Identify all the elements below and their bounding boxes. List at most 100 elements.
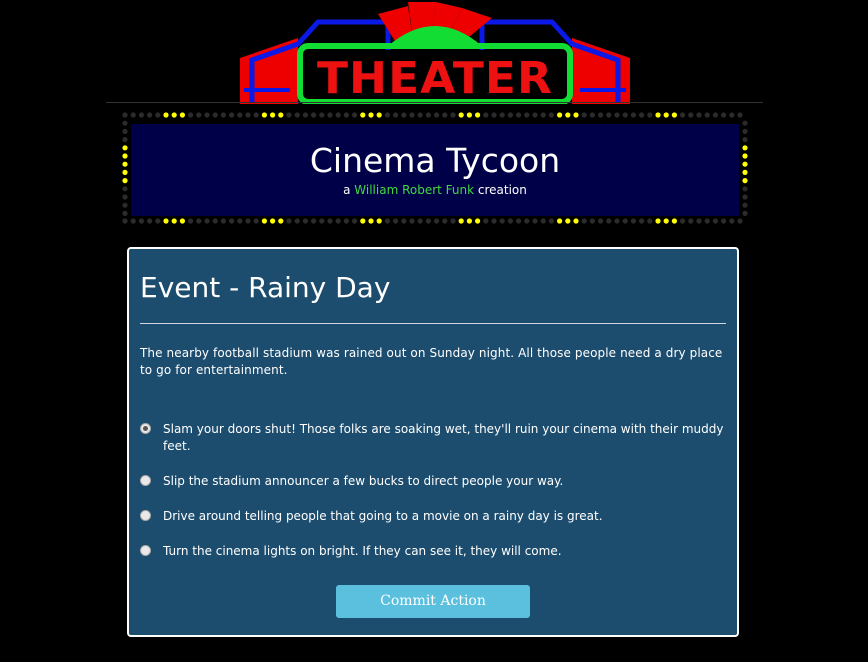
marquee-bulb bbox=[458, 112, 464, 118]
marquee-bulb bbox=[557, 218, 563, 224]
marquee-bulb bbox=[491, 218, 497, 224]
marquee-bulb bbox=[425, 112, 431, 118]
marquee-bulb bbox=[737, 218, 743, 224]
marquee-bulb bbox=[245, 112, 251, 118]
marquee-bulb bbox=[680, 218, 686, 224]
marquee-bulb bbox=[565, 218, 571, 224]
marquee-bulb bbox=[663, 112, 669, 118]
marquee-bulb bbox=[581, 112, 587, 118]
marquee-bulb bbox=[630, 218, 637, 224]
marquee-bulb bbox=[122, 128, 128, 134]
marquee-bulb bbox=[261, 218, 267, 224]
author-name: William Robert Funk bbox=[354, 183, 475, 197]
marquee-bulb bbox=[516, 112, 522, 118]
marquee-bulb bbox=[581, 218, 587, 224]
marquee-bulb bbox=[253, 112, 259, 118]
marquee-bulb bbox=[368, 218, 374, 224]
marquee-bulb bbox=[417, 218, 423, 224]
byline-suffix: creation bbox=[474, 183, 527, 197]
marquee-bulb bbox=[319, 218, 325, 224]
option-3[interactable]: Turn the cinema lights on bright. If the… bbox=[140, 543, 726, 560]
marquee-bulb bbox=[393, 218, 399, 224]
marquee-bulb bbox=[319, 112, 325, 118]
marquee-bulb bbox=[466, 112, 472, 118]
option-1[interactable]: Slip the stadium announcer a few bucks t… bbox=[140, 473, 726, 490]
marquee-bulb bbox=[122, 153, 128, 159]
marquee-bulb bbox=[466, 218, 472, 224]
marquee-bulb bbox=[343, 112, 349, 118]
marquee-bulb bbox=[343, 218, 349, 224]
marquee-bulb bbox=[237, 112, 243, 118]
marquee-bulb bbox=[155, 112, 161, 118]
marquee-bulb bbox=[712, 112, 719, 118]
marquee-bulb bbox=[270, 218, 276, 224]
marquee-bulb bbox=[335, 112, 341, 118]
marquee-bulb bbox=[557, 112, 563, 118]
marquee-bulb bbox=[417, 112, 423, 118]
option-1-radio[interactable] bbox=[140, 475, 151, 486]
marquee-bulb bbox=[742, 194, 748, 200]
marquee-bulb bbox=[179, 112, 185, 118]
marquee-bulb bbox=[704, 218, 710, 224]
marquee-bulb bbox=[311, 112, 317, 118]
marquee-bulb bbox=[253, 218, 259, 224]
option-2-radio[interactable] bbox=[140, 510, 151, 521]
option-2[interactable]: Drive around telling people that going t… bbox=[140, 508, 726, 525]
option-0[interactable]: Slam your doors shut! Those folks are so… bbox=[140, 421, 726, 455]
marquee-bulb bbox=[155, 218, 161, 224]
marquee-bulb bbox=[171, 218, 177, 224]
marquee-bulb bbox=[360, 112, 366, 118]
marquee-bulb bbox=[499, 218, 505, 224]
marquee-bulb bbox=[737, 112, 743, 118]
option-3-radio[interactable] bbox=[140, 545, 151, 556]
marquee-bulb bbox=[130, 112, 136, 118]
marquee-bulb bbox=[647, 218, 653, 224]
marquee: Cinema Tycoon a William Robert Funk crea… bbox=[118, 108, 752, 228]
marquee-bulb bbox=[450, 112, 456, 118]
marquee-bulb bbox=[671, 112, 678, 118]
marquee-bulb bbox=[270, 112, 276, 118]
marquee-bulb bbox=[122, 202, 128, 208]
byline-prefix: a bbox=[343, 183, 355, 197]
marquee-bulb bbox=[442, 112, 448, 118]
marquee-bulb bbox=[524, 112, 530, 118]
marquee-bulb bbox=[499, 112, 505, 118]
option-2-label[interactable]: Drive around telling people that going t… bbox=[163, 508, 726, 525]
marquee-bulb bbox=[163, 218, 169, 224]
marquee-bulb bbox=[196, 112, 202, 118]
marquee-bulb bbox=[229, 218, 235, 224]
marquee-bulb bbox=[122, 145, 128, 151]
theater-sign-logo: THEATER bbox=[238, 0, 632, 105]
marquee-bulb bbox=[294, 218, 300, 224]
marquee-bulb bbox=[311, 218, 317, 224]
marquee-bulb bbox=[614, 112, 620, 118]
commit-action-button[interactable]: Commit Action bbox=[336, 585, 530, 618]
marquee-bulb bbox=[188, 218, 194, 224]
marquee-bulb bbox=[409, 112, 415, 118]
marquee-bulb bbox=[434, 218, 440, 224]
theater-logo-text: THEATER bbox=[317, 53, 553, 104]
marquee-bulb bbox=[742, 120, 748, 126]
marquee-bulb bbox=[179, 218, 185, 224]
option-1-label[interactable]: Slip the stadium announcer a few bucks t… bbox=[163, 473, 726, 490]
marquee-bulb bbox=[122, 178, 128, 184]
marquee-bulb bbox=[721, 218, 727, 224]
marquee-bulb bbox=[671, 218, 678, 224]
marquee-bulb bbox=[360, 218, 366, 224]
marquee-bulb bbox=[245, 218, 251, 224]
option-0-radio[interactable] bbox=[140, 423, 151, 434]
marquee-bulb bbox=[742, 128, 748, 134]
marquee-bulb bbox=[696, 218, 702, 224]
marquee-bulb bbox=[442, 218, 448, 224]
option-3-label[interactable]: Turn the cinema lights on bright. If the… bbox=[163, 543, 726, 560]
marquee-bulb bbox=[712, 218, 719, 224]
option-0-label[interactable]: Slam your doors shut! Those folks are so… bbox=[163, 421, 726, 455]
marquee-bulb bbox=[122, 169, 128, 175]
marquee-bulb bbox=[384, 218, 390, 224]
marquee-bulb bbox=[122, 194, 128, 200]
marquee-bulb bbox=[742, 169, 748, 175]
marquee-bulb bbox=[742, 210, 748, 216]
marquee-bulb bbox=[532, 112, 538, 118]
marquee-bulb bbox=[639, 218, 645, 224]
marquee-bulb bbox=[647, 112, 653, 118]
